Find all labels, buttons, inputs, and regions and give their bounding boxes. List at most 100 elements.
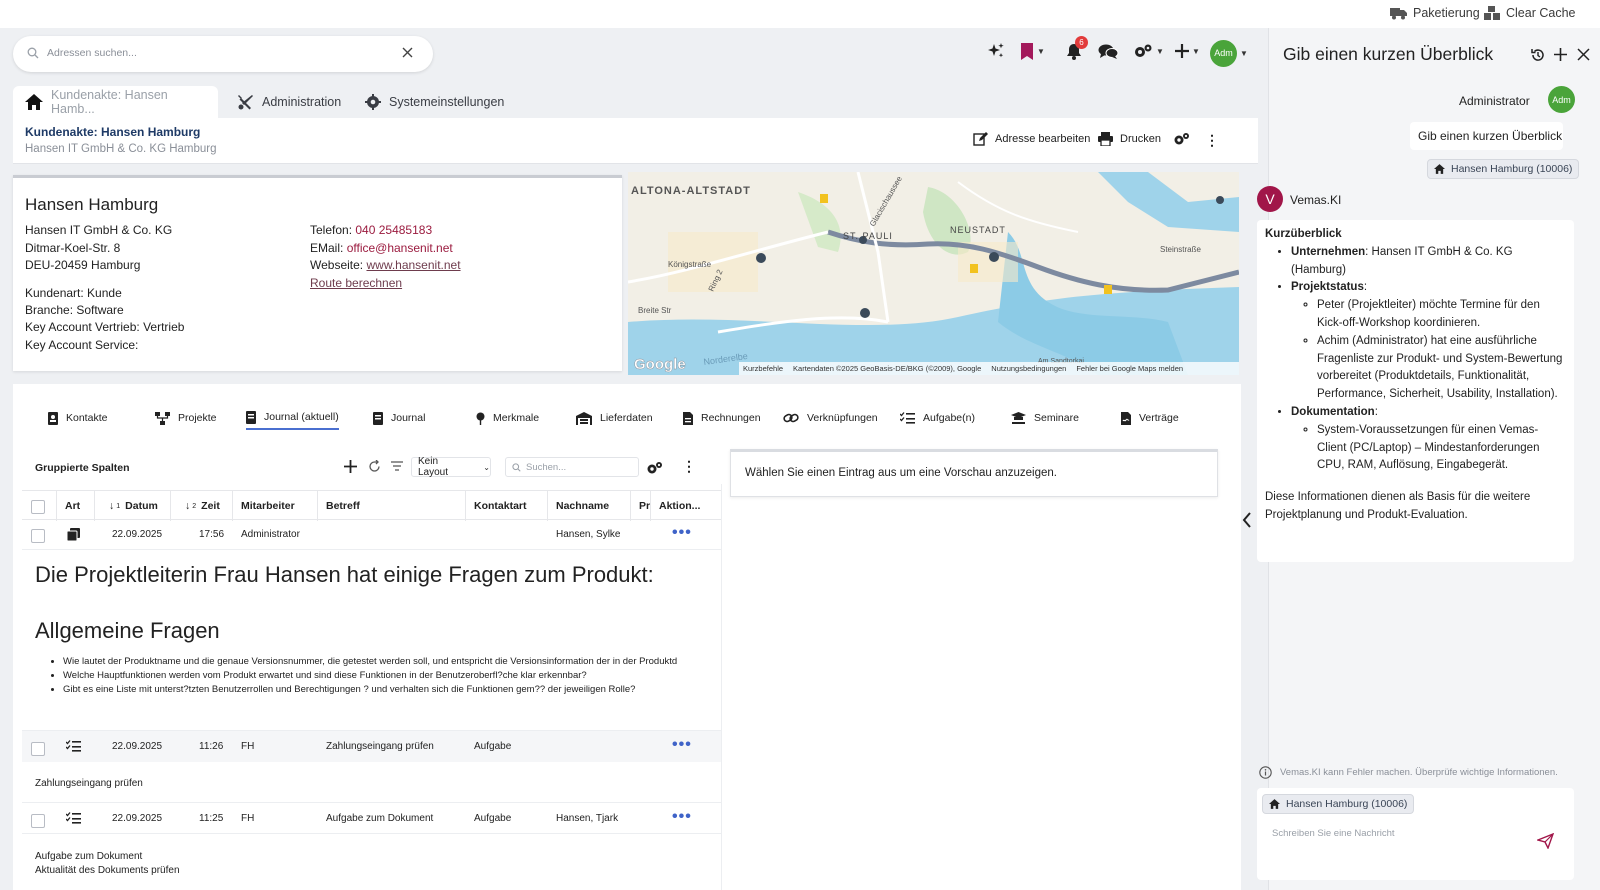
column-art[interactable]: Art <box>56 491 94 521</box>
tab-customer-record[interactable]: Kundenakte: Hansen Hamb... <box>13 86 218 118</box>
email-link[interactable]: office@hansenit.net <box>347 241 453 255</box>
grouped-columns-label: Gruppierte Spalten <box>35 462 130 474</box>
bookmarks-menu[interactable]: ▼ <box>1020 38 1045 64</box>
cell-zeit: 17:56 <box>199 529 225 540</box>
list-item-label: Unternehmen <box>1291 245 1366 258</box>
detail-subheading: Allgemeine Fragen <box>35 618 220 643</box>
collapse-panel-icon[interactable] <box>1242 512 1252 528</box>
filter-icon[interactable] <box>391 461 403 472</box>
column-zeit[interactable]: ↓ 2 Zeit <box>170 491 232 521</box>
grid-search-input[interactable]: Suchen... <box>505 457 639 477</box>
list-item: Gibt es eine Liste mit unterst?tzten Ben… <box>63 683 677 697</box>
map-pin-icon <box>476 412 485 425</box>
panel-divider <box>721 484 722 890</box>
add-menu[interactable]: ▼ <box>1175 38 1200 64</box>
chat-button[interactable] <box>1098 38 1119 64</box>
task-list-icon <box>66 740 81 752</box>
row-actions-icon[interactable]: ••• <box>672 524 692 542</box>
column-mitarbeiter[interactable]: Mitarbeiter <box>232 491 317 521</box>
grid-settings-icon[interactable] <box>646 461 663 474</box>
table-row[interactable]: 22.09.2025 11:25 FH Aufgabe zum Dokument… <box>22 802 721 834</box>
user-message-text: Gib einen kurzen Überblick <box>1418 129 1563 143</box>
tab-system-settings[interactable]: Systemeinstellungen <box>353 86 516 118</box>
subtab-links[interactable]: Verknüpfungen <box>783 406 878 430</box>
search-placeholder: Adressen suchen... <box>47 47 137 59</box>
subtab-contracts[interactable]: Verträge <box>1121 406 1179 430</box>
input-context-chip[interactable]: Hansen Hamburg (10006) <box>1262 794 1415 814</box>
table-row[interactable]: 22.09.2025 17:56 Administrator Hansen, S… <box>22 520 721 550</box>
column-nachname[interactable]: Nachname <box>547 491 630 521</box>
select-all-checkbox[interactable] <box>31 500 45 514</box>
column-pr[interactable]: Pr <box>630 491 650 521</box>
row-actions-icon[interactable]: ••• <box>672 736 692 754</box>
map-report-link[interactable]: Fehler bei Google Maps melden <box>1076 364 1183 373</box>
subtab-features[interactable]: Merkmale <box>476 406 539 430</box>
chat-input-box[interactable]: Hansen Hamburg (10006) Schreiben Sie ein… <box>1257 788 1574 880</box>
send-icon[interactable] <box>1537 833 1554 849</box>
subtab-delivery[interactable]: Lieferdaten <box>576 406 653 430</box>
refresh-icon[interactable] <box>368 460 381 473</box>
task-list-icon <box>900 412 915 424</box>
invoice-icon <box>683 411 693 425</box>
subtab-journal-current[interactable]: Journal (aktuell) <box>246 406 339 430</box>
grid-more-icon[interactable]: ⋮ <box>682 458 696 475</box>
close-icon[interactable] <box>1577 48 1590 61</box>
map-shortcuts-link[interactable]: Kurzbefehle <box>743 364 783 373</box>
ai-sparkle-button[interactable] <box>987 38 1005 64</box>
phone-link[interactable]: 040 25485183 <box>355 223 432 237</box>
row-checkbox[interactable] <box>31 742 45 756</box>
user-menu[interactable]: Adm ▼ <box>1210 39 1248 67</box>
map[interactable]: ALTONA-ALTSTADT NEUSTADT ST. PAULI König… <box>628 172 1239 375</box>
packaging-button[interactable]: Paketierung <box>1390 4 1480 22</box>
subtab-label: Seminare <box>1034 412 1079 424</box>
layout-select[interactable]: Kein Layout ⌄ <box>411 456 491 478</box>
sitemap-icon <box>155 411 170 425</box>
phone-label: Telefon: <box>310 223 353 237</box>
row-actions-icon[interactable]: ••• <box>672 808 692 826</box>
subtab-projects[interactable]: Projekte <box>155 406 217 430</box>
edit-address-button[interactable]: Adresse bearbeiten <box>973 132 1090 146</box>
website-link[interactable]: www.hansenit.net <box>366 258 460 272</box>
map-terms-link[interactable]: Nutzungsbedingungen <box>991 364 1066 373</box>
add-entry-icon[interactable] <box>344 460 357 473</box>
subtab-invoices[interactable]: Rechnungen <box>683 406 761 430</box>
cell-nachname: Hansen, Sylke <box>556 529 621 540</box>
tab-administration[interactable]: Administration <box>225 86 353 118</box>
user-name: Administrator <box>1459 94 1530 108</box>
tab-label: Administration <box>262 95 342 109</box>
column-aktion[interactable]: Aktion... <box>650 491 721 521</box>
page-subtitle: Hansen IT GmbH & Co. KG Hamburg <box>25 143 217 155</box>
context-chip[interactable]: Hansen Hamburg (10006) <box>1427 159 1580 179</box>
grid-header: Art ↓ 1 Datum ↓ 2 Zeit Mitarbeiter Betre… <box>22 490 721 521</box>
notifications-button[interactable]: 6 <box>1066 36 1088 64</box>
table-row[interactable]: 22.09.2025 11:26 FH Zahlungseingang prüf… <box>22 730 721 762</box>
column-kontaktart[interactable]: Kontaktart <box>465 491 547 521</box>
print-button[interactable]: Drucken <box>1098 132 1161 146</box>
clear-cache-button[interactable]: Clear Cache <box>1483 4 1575 22</box>
row-checkbox[interactable] <box>31 529 45 543</box>
website-label: Webseite: <box>310 258 364 272</box>
column-datum-label: Datum <box>125 500 158 512</box>
settings-menu[interactable]: ▼ <box>1133 38 1164 64</box>
row-checkbox[interactable] <box>31 814 45 828</box>
list-item: Dokumentation: System-Voraussetzungen fü… <box>1291 404 1566 475</box>
address-name: Hansen Hamburg <box>25 195 159 214</box>
column-betreff[interactable]: Betreff <box>317 491 465 521</box>
plus-icon <box>1175 44 1189 58</box>
record-settings-button[interactable] <box>1173 132 1190 146</box>
row-detail-line: Aktualität des Dokuments prüfen <box>35 864 180 876</box>
subtab-tasks[interactable]: Aufgabe(n) <box>900 406 975 430</box>
route-link[interactable]: Route berechnen <box>310 276 402 290</box>
address-search-input[interactable]: Adressen suchen... <box>13 36 433 72</box>
subtab-seminars[interactable]: Seminare <box>1011 406 1079 430</box>
new-chat-icon[interactable] <box>1554 48 1567 61</box>
more-options-icon[interactable]: ⋮ <box>1205 132 1219 149</box>
column-datum[interactable]: ↓ 1 Datum <box>94 491 170 521</box>
subtab-label: Verträge <box>1139 412 1179 424</box>
subtab-journal[interactable]: Journal <box>373 406 425 430</box>
history-icon[interactable] <box>1531 48 1545 62</box>
chat-input-placeholder: Schreiben Sie eine Nachricht <box>1272 828 1395 839</box>
clear-search-icon[interactable] <box>402 47 413 58</box>
subtab-contacts[interactable]: Kontakte <box>48 406 107 430</box>
print-icon <box>1098 132 1113 146</box>
